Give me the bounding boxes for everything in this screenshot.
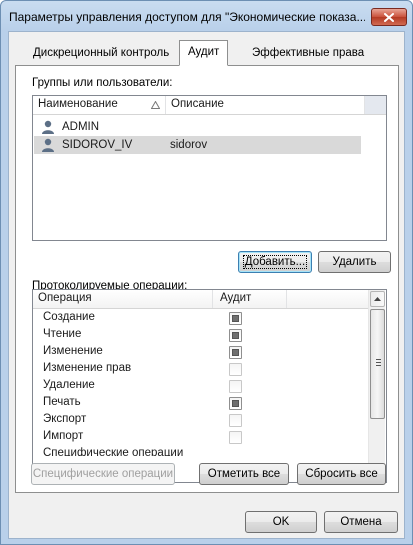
column-header-operation[interactable]: Операция bbox=[33, 290, 213, 308]
operation-name: Печать bbox=[43, 396, 81, 408]
tab-audit[interactable]: Аудит bbox=[179, 40, 229, 66]
operation-name: Изменение bbox=[43, 345, 103, 357]
check-all-button[interactable]: Отметить все bbox=[199, 463, 289, 485]
operation-name: Экспорт bbox=[43, 413, 87, 425]
operation-name: Специфические операции bbox=[43, 447, 184, 456]
users-group-label: Группы или пользователи: bbox=[32, 77, 173, 89]
close-button[interactable] bbox=[371, 8, 407, 26]
operation-row[interactable]: Изменение прав bbox=[33, 361, 368, 378]
audit-checkbox[interactable] bbox=[229, 346, 242, 359]
grip-line bbox=[376, 359, 381, 360]
title-bar[interactable]: Параметры управления доступом для "Эконо… bbox=[1, 1, 412, 31]
operations-rows: Создание Чтение Изменение Изменение прав bbox=[33, 310, 368, 482]
column-header-audit[interactable]: Аудит bbox=[213, 290, 287, 308]
operations-list[interactable]: Операция Аудит Создание Чтение Изменение… bbox=[32, 289, 387, 483]
operation-name: Создание bbox=[43, 311, 95, 323]
operation-name: Изменение прав bbox=[43, 362, 132, 374]
column-header-description[interactable]: Описание bbox=[165, 96, 365, 114]
sort-ascending-icon bbox=[151, 101, 160, 109]
operations-scrollbar[interactable] bbox=[368, 290, 385, 482]
add-button-label: Добавить... bbox=[242, 255, 308, 269]
column-header-name-label: Наименование bbox=[38, 98, 118, 110]
remove-button[interactable]: Удалить bbox=[318, 251, 391, 273]
column-header-audit-label: Аудит bbox=[220, 292, 252, 304]
tab-discretionary-control[interactable]: Дискреционный контроль bbox=[24, 42, 178, 64]
header-filler bbox=[365, 96, 386, 114]
users-list[interactable]: Наименование Описание ADMIN SIDOROV_IV s… bbox=[32, 95, 387, 241]
operation-name: Импорт bbox=[43, 430, 84, 442]
remove-button-label: Удалить bbox=[332, 256, 377, 268]
window-title: Параметры управления доступом для "Эконо… bbox=[9, 10, 365, 24]
ok-button[interactable]: OK bbox=[245, 511, 317, 533]
tab-effective-rights[interactable]: Эффективные права bbox=[243, 42, 373, 64]
ok-button-label: OK bbox=[272, 516, 290, 528]
user-name: SIDOROV_IV bbox=[62, 139, 133, 151]
scroll-thumb[interactable] bbox=[370, 309, 385, 419]
dialog-window: Параметры управления доступом для "Эконо… bbox=[0, 0, 413, 545]
user-row-sidorov[interactable]: SIDOROV_IV sidorov bbox=[34, 136, 361, 154]
audit-checkbox[interactable] bbox=[229, 414, 242, 427]
audit-checkbox[interactable] bbox=[229, 312, 242, 325]
column-header-description-label: Описание bbox=[171, 98, 224, 110]
check-all-button-label: Отметить все bbox=[207, 468, 281, 480]
user-icon bbox=[42, 120, 54, 134]
user-icon bbox=[42, 138, 54, 152]
user-description: sidorov bbox=[170, 139, 208, 151]
operation-name: Удаление bbox=[43, 379, 95, 391]
audit-checkbox[interactable] bbox=[229, 431, 242, 444]
reset-all-button[interactable]: Сбросить все bbox=[297, 463, 386, 485]
audit-checkbox[interactable] bbox=[229, 380, 242, 393]
operation-row[interactable]: Удаление bbox=[33, 378, 368, 395]
operations-list-header: Операция Аудит bbox=[33, 290, 376, 309]
column-header-name[interactable]: Наименование bbox=[33, 96, 165, 114]
operation-row[interactable]: Импорт bbox=[33, 429, 368, 446]
specific-operations-button-label: Специфические операции bbox=[32, 468, 174, 480]
audit-checkbox[interactable] bbox=[229, 397, 242, 410]
operation-row[interactable]: Специфические операции bbox=[33, 446, 368, 456]
operation-row[interactable]: Печать bbox=[33, 395, 368, 412]
audit-checkbox[interactable] bbox=[229, 363, 242, 376]
operation-row[interactable]: Экспорт bbox=[33, 412, 368, 429]
reset-all-button-label: Сбросить все bbox=[305, 468, 378, 480]
column-header-operation-label: Операция bbox=[38, 292, 92, 304]
grip-line bbox=[376, 365, 381, 366]
audit-checkbox[interactable] bbox=[229, 329, 242, 342]
operation-name: Чтение bbox=[43, 328, 82, 340]
user-row-admin[interactable]: ADMIN bbox=[34, 118, 361, 136]
scroll-up-button[interactable] bbox=[370, 291, 385, 307]
cancel-button[interactable]: Отмена bbox=[324, 511, 398, 533]
chevron-up-icon bbox=[374, 297, 381, 301]
users-list-header: Наименование Описание bbox=[33, 96, 386, 115]
specific-operations-button[interactable]: Специфические операции bbox=[31, 463, 175, 485]
grip-line bbox=[376, 362, 381, 363]
dialog-client-area: Дискреционный контроль Аудит Эффективные… bbox=[8, 31, 405, 539]
cancel-button-label: Отмена bbox=[340, 516, 382, 528]
user-name: ADMIN bbox=[62, 121, 100, 133]
close-icon bbox=[384, 12, 394, 22]
operation-row[interactable]: Изменение bbox=[33, 344, 368, 361]
operation-row[interactable]: Чтение bbox=[33, 327, 368, 344]
operation-row[interactable]: Создание bbox=[33, 310, 368, 327]
audit-tab-page: Группы или пользователи: Наименование Оп… bbox=[15, 65, 399, 493]
add-button[interactable]: Добавить... bbox=[238, 251, 312, 273]
